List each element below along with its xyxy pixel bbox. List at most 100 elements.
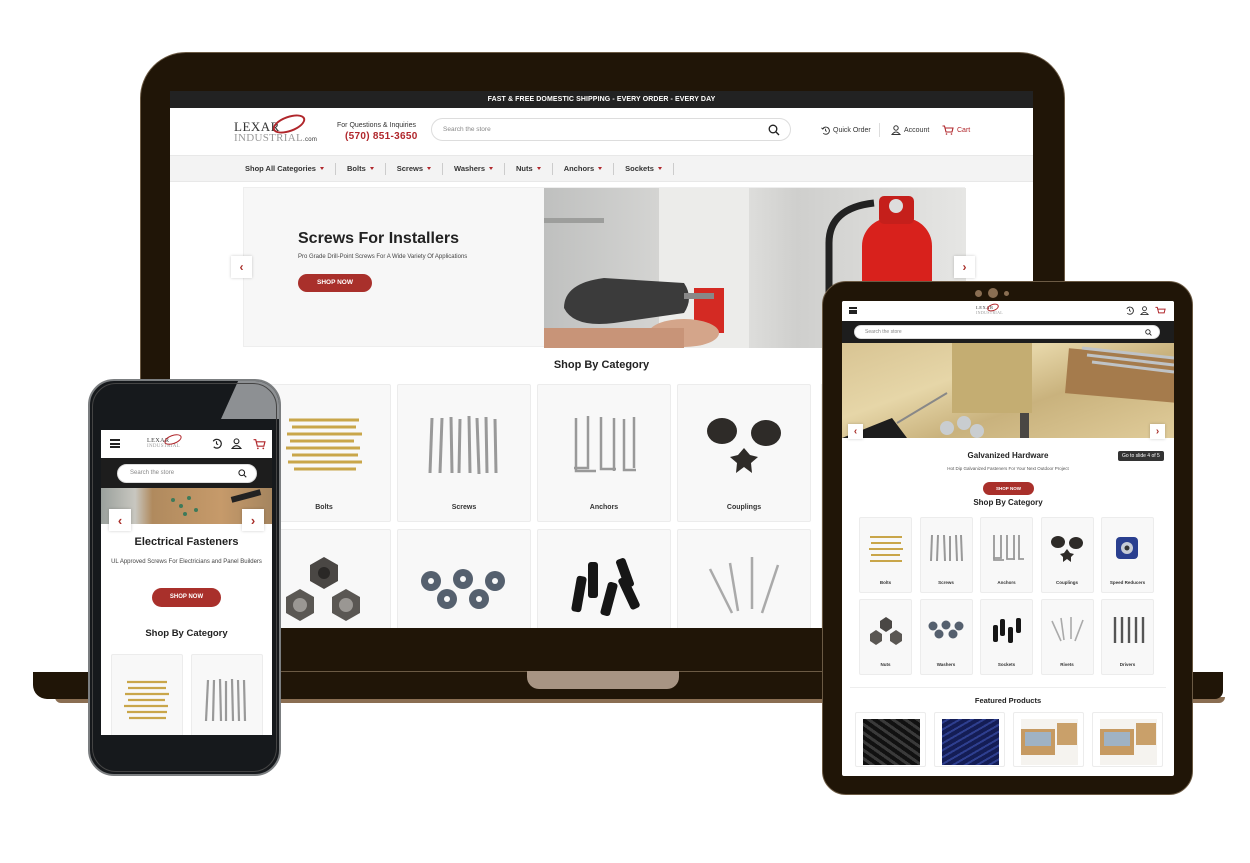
mobile-hero-next-button[interactable]: ›	[242, 509, 264, 531]
category-label: Rivets	[1060, 662, 1074, 667]
nav-item-nuts[interactable]: Nuts	[505, 162, 553, 175]
washers-image	[921, 612, 972, 648]
tablet-category-card-bolts[interactable]: Bolts	[859, 517, 912, 593]
tablet-category-card-rivets[interactable]: Rivets	[1040, 599, 1094, 675]
tablet-category-card-drivers[interactable]: Drivers	[1101, 599, 1154, 675]
chevron-right-icon: ›	[250, 512, 256, 528]
tablet-hero-subtitle: Hot Dip Galvanized Fasteners For Your Ne…	[947, 466, 1069, 471]
nav-item-screws[interactable]: Screws	[386, 162, 444, 175]
history-icon[interactable]	[1125, 306, 1134, 315]
featured-product-card[interactable]	[1092, 712, 1163, 767]
nav-item-shop-all[interactable]: Shop All Categories	[236, 162, 336, 175]
sockets-image	[538, 552, 670, 622]
caret-down-icon	[489, 167, 494, 170]
nuts-image	[860, 612, 911, 648]
tablet-category-card-anchors[interactable]: Anchors	[980, 517, 1033, 593]
hero-title: Screws For Installers	[298, 230, 459, 247]
category-card-washers[interactable]	[397, 529, 531, 628]
contact-label: For Questions & Inquiries	[337, 122, 416, 129]
hero-shop-now-button[interactable]: SHOP NOW	[298, 274, 372, 292]
mobile-hero-prev-button[interactable]: ‹	[109, 509, 131, 531]
category-label: Screws	[938, 580, 954, 585]
tablet-hero-prev-button[interactable]: ‹	[848, 424, 863, 439]
featured-product-card[interactable]	[1013, 712, 1084, 767]
tablet-category-card-sockets[interactable]: Sockets	[980, 599, 1033, 675]
category-label: Nuts	[880, 662, 891, 667]
category-card-couplings[interactable]: Couplings	[677, 384, 811, 522]
chevron-right-icon: ›	[962, 260, 967, 274]
tablet-category-card-couplings[interactable]: Couplings	[1040, 517, 1094, 593]
caret-down-icon	[369, 167, 374, 170]
mobile-category-card-screws[interactable]	[191, 654, 263, 735]
phone-frame: LEXAR INDUSTRIAL Search the store ‹ › El…	[88, 379, 281, 776]
product-image	[1100, 719, 1157, 765]
menu-icon[interactable]	[110, 439, 120, 448]
cart-link[interactable]: Cart	[942, 125, 970, 135]
category-card-sockets[interactable]	[537, 529, 671, 628]
hero-next-button[interactable]: ›	[954, 256, 975, 278]
featured-product-card[interactable]	[855, 712, 926, 767]
announcement-bar: FAST & FREE DOMESTIC SHIPPING - EVERY OR…	[170, 91, 1033, 108]
mobile-search-bar: Search the store	[101, 458, 272, 488]
hero-prev-button[interactable]: ‹	[231, 256, 252, 278]
category-label: Speed Reducers	[1109, 580, 1146, 585]
mobile-search-input[interactable]: Search the store	[117, 464, 257, 483]
caret-down-icon	[319, 167, 324, 170]
history-icon	[821, 126, 830, 135]
chevron-left-icon: ‹	[853, 426, 858, 437]
product-image	[1021, 719, 1078, 765]
tablet-category-card-washers[interactable]: Washers	[919, 599, 973, 675]
search-icon[interactable]	[768, 124, 780, 136]
chevron-left-icon: ‹	[117, 512, 123, 528]
washers-image	[398, 560, 530, 620]
nav-item-bolts[interactable]: Bolts	[336, 162, 386, 175]
nav-item-anchors[interactable]: Anchors	[553, 162, 615, 175]
chevron-right-icon: ›	[1155, 426, 1160, 437]
contact-phone[interactable]: (570) 851-3650	[345, 131, 418, 142]
sockets-image	[981, 612, 1032, 648]
user-icon[interactable]	[231, 438, 242, 449]
category-card-anchors[interactable]: Anchors	[537, 384, 671, 522]
mobile-logo[interactable]: LEXAR INDUSTRIAL	[147, 432, 183, 449]
cart-icon	[942, 125, 954, 135]
site-logo[interactable]: LEXAR INDUSTRIAL.com	[234, 110, 317, 144]
drivers-image	[1102, 612, 1153, 648]
cart-icon[interactable]	[253, 438, 266, 450]
nav-item-washers[interactable]: Washers	[443, 162, 506, 175]
header-divider	[879, 123, 880, 137]
quick-order-link[interactable]: Quick Order	[821, 126, 871, 135]
tablet-category-card-nuts[interactable]: Nuts	[859, 599, 912, 675]
mobile-category-card-bolts[interactable]	[111, 654, 183, 735]
mobile-shop-now-button[interactable]: SHOP NOW	[152, 588, 221, 607]
tablet-search-bar: Search the store	[842, 321, 1174, 343]
cart-icon[interactable]	[1155, 306, 1166, 316]
caret-down-icon	[536, 167, 541, 170]
tablet-section-title: Shop By Category	[973, 498, 1043, 507]
mobile-section-title: Shop By Category	[145, 628, 228, 639]
search-icon[interactable]	[1145, 329, 1152, 336]
search-input[interactable]: Search the store	[431, 118, 791, 141]
tablet-category-card-speed-reducers[interactable]: Speed Reducers	[1101, 517, 1154, 593]
menu-icon[interactable]	[849, 307, 857, 314]
tablet-category-card-screws[interactable]: Screws	[919, 517, 973, 593]
tablet-logo[interactable]: LEXAR INDUSTRIAL	[976, 302, 1003, 315]
nav-item-sockets[interactable]: Sockets	[614, 162, 674, 175]
tablet-hero-image	[842, 343, 1174, 438]
featured-product-card[interactable]	[934, 712, 1005, 767]
tablet-search-input[interactable]: Search the store	[854, 325, 1160, 339]
category-label: Sockets	[997, 662, 1016, 667]
category-card-rivets[interactable]	[677, 529, 811, 628]
user-icon[interactable]	[1140, 306, 1149, 315]
rivets-image	[1042, 612, 1093, 648]
laptop-notch	[527, 671, 679, 689]
history-icon[interactable]	[211, 438, 222, 449]
search-icon[interactable]	[238, 469, 247, 478]
category-card-screws[interactable]: Screws	[397, 384, 531, 522]
user-icon	[891, 125, 901, 135]
tablet-shop-now-button[interactable]: SHOP NOW	[983, 482, 1034, 495]
tablet-hero-next-button[interactable]: ›	[1150, 424, 1165, 439]
category-label: Washers	[936, 662, 956, 667]
category-label: Anchors	[997, 580, 1016, 585]
account-link[interactable]: Account	[891, 125, 929, 135]
tablet-camera-dot	[1004, 291, 1009, 296]
